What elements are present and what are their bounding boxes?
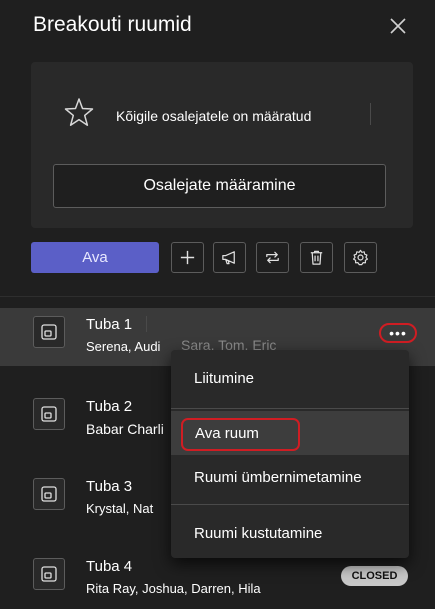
add-room-button[interactable] (171, 242, 204, 273)
room-participants: Rita Ray, Joshua, Darren, Hila (86, 581, 261, 596)
menu-item-join[interactable]: Liitumine (171, 356, 409, 400)
open-rooms-button[interactable]: Ava (31, 242, 159, 273)
room-icon (33, 558, 65, 590)
star-icon (64, 98, 94, 126)
card-divider (370, 103, 371, 125)
panel-title: Breakouti ruumid (33, 13, 192, 36)
close-button[interactable] (386, 14, 410, 38)
room-participants: Serena, Audi (86, 339, 161, 354)
menu-item-delete-room[interactable]: Ruumi kustutamine (171, 511, 409, 555)
plus-icon (180, 250, 195, 265)
room-status-badge: CLOSED (341, 566, 408, 586)
room-context-menu: Liitumine Ava ruum Ruumi ümbernimetamine… (171, 350, 409, 558)
rooms-toolbar: Ava (0, 240, 435, 274)
window-icon (41, 406, 57, 422)
room-icon (33, 398, 65, 430)
more-options-button[interactable]: ••• (379, 323, 417, 343)
delete-rooms-button[interactable] (300, 242, 333, 273)
room-icon (33, 478, 65, 510)
recreate-rooms-button[interactable] (256, 242, 289, 273)
assignment-status-text: Kõigile osalejatele on määratud (116, 108, 312, 124)
close-icon (390, 18, 406, 34)
list-divider (0, 296, 435, 297)
assignment-status-card: Kõigile osalejatele on määratud Osalejat… (31, 62, 413, 228)
room-name: Tuba 2 (86, 398, 133, 415)
room-name-divider (146, 316, 147, 332)
room-participants: Krystal, Nat (86, 501, 154, 516)
menu-divider (171, 504, 409, 505)
room-name: Tuba 4 (86, 558, 133, 575)
settings-button[interactable] (344, 242, 377, 273)
room-participants: Babar Charli (86, 421, 164, 437)
megaphone-icon (222, 251, 235, 265)
room-name: Tuba 1 (86, 316, 133, 333)
swap-arrows-icon (266, 251, 279, 264)
panel-header: Breakouti ruumid (0, 0, 435, 52)
highlight-ring (181, 418, 300, 451)
gear-icon (352, 249, 369, 266)
announcement-button[interactable] (213, 242, 246, 273)
menu-item-rename-room[interactable]: Ruumi ümbernimetamine (171, 455, 409, 499)
window-icon (41, 324, 57, 340)
trash-icon (310, 250, 323, 265)
window-icon (41, 566, 57, 582)
room-row[interactable]: Tuba 4 Rita Ray, Joshua, Darren, Hila CL… (0, 550, 435, 608)
room-name: Tuba 3 (86, 478, 133, 495)
window-icon (41, 486, 57, 502)
assign-participants-button[interactable]: Osalejate määramine (53, 164, 386, 208)
room-icon (33, 316, 65, 348)
menu-divider (171, 408, 409, 409)
